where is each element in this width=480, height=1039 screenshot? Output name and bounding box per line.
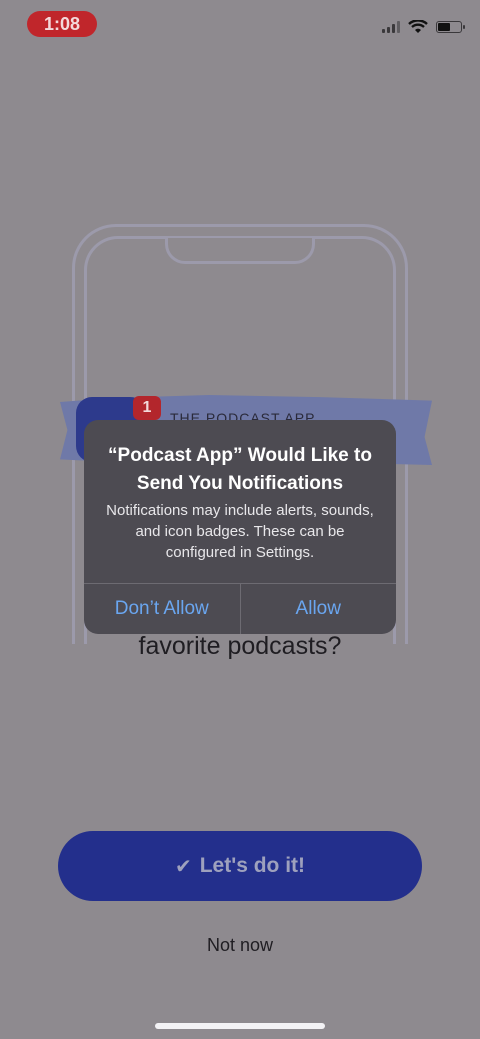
status-time: 1:08	[27, 11, 97, 37]
wifi-icon	[408, 20, 428, 33]
battery-icon	[436, 21, 465, 33]
phone-notch	[165, 238, 315, 264]
onboarding-question: favorite podcasts?	[138, 632, 342, 660]
status-icons	[382, 20, 465, 34]
checkmark-icon: ✔	[174, 855, 192, 878]
notification-badge: 1	[133, 396, 161, 420]
alert-actions: Don’t Allow Allow	[84, 583, 396, 634]
cellular-signal-icon	[382, 21, 400, 33]
alert-message: Notifications may include alerts, sounds…	[106, 502, 374, 561]
lets-do-it-label: Let's do it!	[199, 854, 306, 877]
home-indicator[interactable]	[155, 1023, 325, 1029]
allow-button[interactable]: Allow	[239, 584, 397, 634]
alert-title: “Podcast App” Would Like to Send You Not…	[108, 445, 372, 494]
not-now-link[interactable]: Not now	[0, 935, 480, 956]
dont-allow-button[interactable]: Don’t Allow	[84, 584, 240, 634]
lets-do-it-button[interactable]: ✔ Let's do it!	[58, 831, 422, 901]
notification-permission-alert: “Podcast App” Would Like to Send You Not…	[84, 420, 396, 634]
